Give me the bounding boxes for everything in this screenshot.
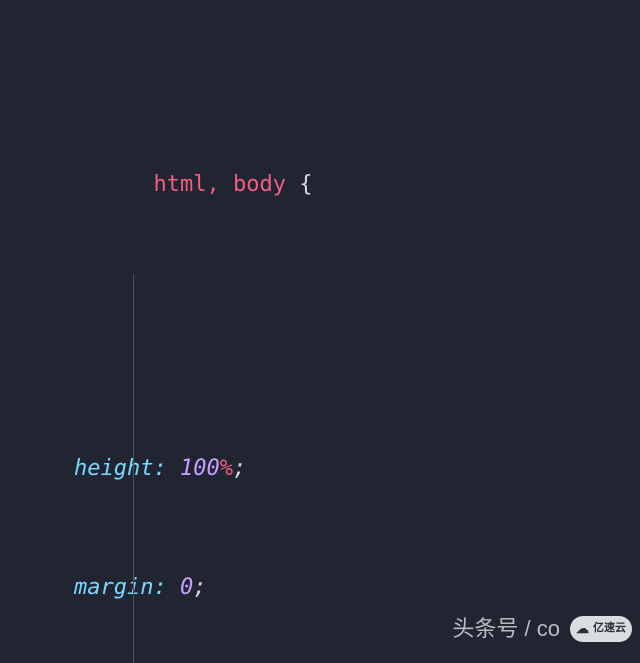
watermark-badge: ☁ 亿速云 [570, 616, 632, 642]
css-value-number: 100 [180, 456, 220, 481]
css-value-number: 0 [180, 575, 193, 600]
cloud-icon: ☁ [576, 620, 589, 639]
watermark: 头条号 / co ☁ 亿速云 [452, 613, 632, 645]
css-declaration: height: 100%; [74, 453, 445, 485]
css-selector: html, body [153, 172, 285, 197]
brace-open: { [299, 172, 312, 197]
indent-guide [133, 274, 134, 663]
watermark-badge-text: 亿速云 [593, 621, 626, 637]
css-value-unit: % [220, 456, 233, 481]
watermark-text: 头条号 / co [452, 613, 560, 645]
css-rule-body: height: 100%; margin: 0; [74, 272, 445, 663]
css-property: margin [74, 575, 153, 600]
css-property: height [74, 456, 153, 481]
css-declaration: margin: 0; [74, 572, 445, 604]
css-rule-header: html, body { [74, 138, 445, 234]
code-editor-viewport: html, body { height: 100%; margin: 0; } … [0, 0, 640, 663]
css-code-block: html, body { height: 100%; margin: 0; } … [74, 10, 445, 663]
